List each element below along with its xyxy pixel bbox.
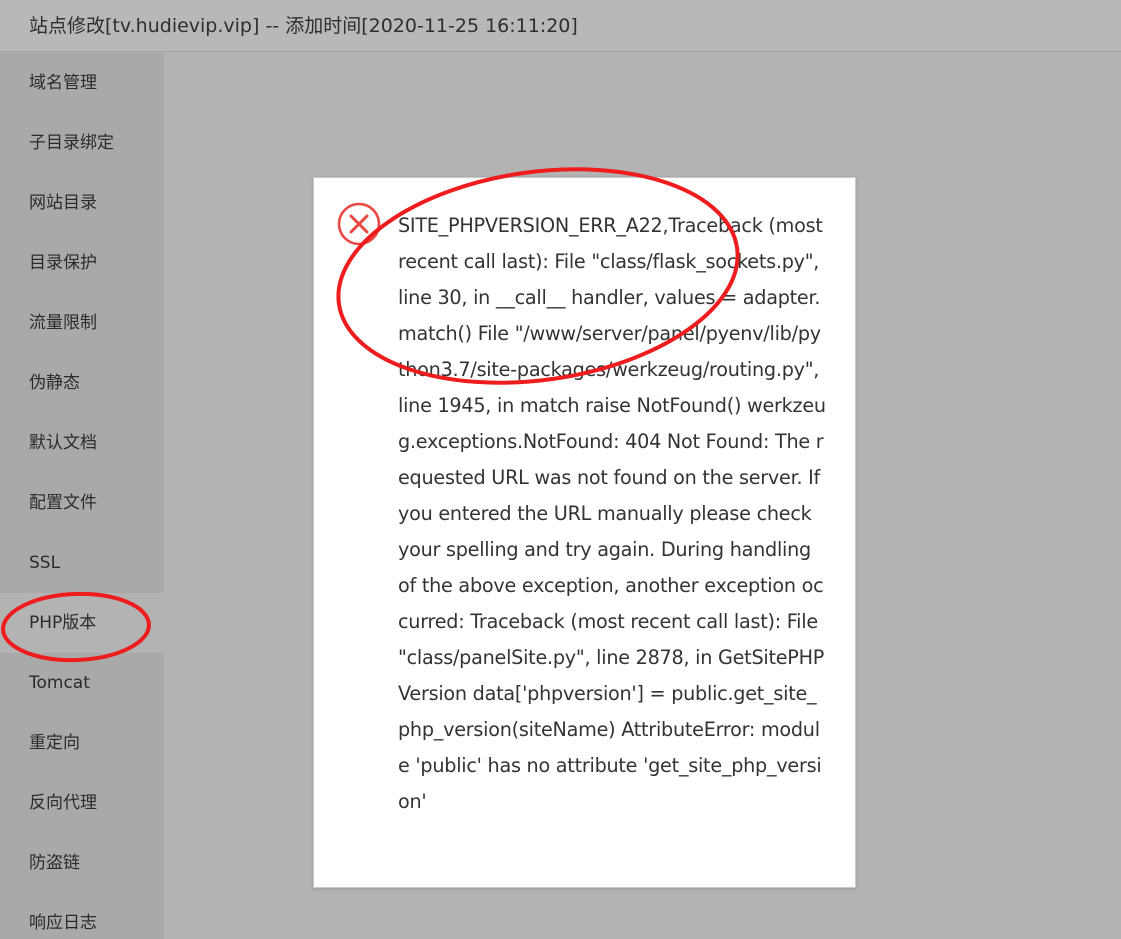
error-message: SITE_PHPVERSION_ERR_A22,Traceback (most … (398, 214, 826, 813)
sidebar-item-reverse-proxy[interactable]: 反向代理 (0, 773, 164, 833)
sidebar-item-redirect[interactable]: 重定向 (0, 713, 164, 773)
sidebar-item-site-dir[interactable]: 网站目录 (0, 173, 164, 233)
error-dialog: SITE_PHPVERSION_ERR_A22,Traceback (most … (313, 177, 856, 888)
sidebar-item-tomcat[interactable]: Tomcat (0, 653, 164, 713)
sidebar: 域名管理 子目录绑定 网站目录 目录保护 流量限制 伪静态 默认文档 配置文件 … (0, 53, 164, 939)
sidebar-item-config-file[interactable]: 配置文件 (0, 473, 164, 533)
sidebar-item-domain[interactable]: 域名管理 (0, 53, 164, 113)
sidebar-item-ssl[interactable]: SSL (0, 533, 164, 593)
sidebar-item-php-version[interactable]: PHP版本 (0, 593, 164, 653)
window-title: 站点修改[tv.hudievip.vip] -- 添加时间[2020-11-25… (29, 15, 578, 37)
sidebar-item-subdir-bind[interactable]: 子目录绑定 (0, 113, 164, 173)
sidebar-item-traffic-limit[interactable]: 流量限制 (0, 293, 164, 353)
sidebar-item-rewrite[interactable]: 伪静态 (0, 353, 164, 413)
site-edit-window: 站点修改[tv.hudievip.vip] -- 添加时间[2020-11-25… (0, 0, 1121, 939)
sidebar-item-default-doc[interactable]: 默认文档 (0, 413, 164, 473)
error-circle-x-icon (337, 202, 381, 246)
sidebar-item-response-log[interactable]: 响应日志 (0, 893, 164, 939)
sidebar-item-hotlink[interactable]: 防盗链 (0, 833, 164, 893)
sidebar-item-dir-protect[interactable]: 目录保护 (0, 233, 164, 293)
title-bar: 站点修改[tv.hudievip.vip] -- 添加时间[2020-11-25… (0, 0, 1121, 52)
